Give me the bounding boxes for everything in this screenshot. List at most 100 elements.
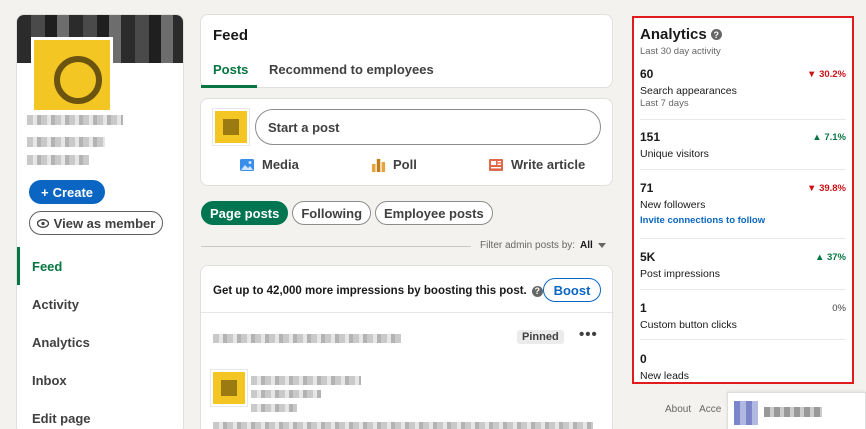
page-followers-redacted <box>27 155 89 165</box>
poll-icon <box>372 158 386 172</box>
post-meta-redacted <box>213 334 401 343</box>
help-icon[interactable]: ? <box>531 285 543 297</box>
filter-label: Filter admin posts by: <box>480 240 576 251</box>
admin-posts-filter[interactable]: Filter admin posts by: All <box>480 240 606 251</box>
boost-button[interactable]: Boost <box>543 278 601 302</box>
tab-recommend-to-employees[interactable]: Recommend to employees <box>269 62 434 77</box>
post-card: Get up to 42,000 more impressions by boo… <box>200 265 614 429</box>
metric-change-value: 7.1% <box>824 132 846 143</box>
metric-new-leads[interactable]: 0 New leads <box>640 352 846 382</box>
feed-header-card: Feed Posts Recommend to employees <box>200 14 613 88</box>
metric-value: 1 <box>640 301 647 315</box>
metric-label: Custom button clicks <box>640 319 737 331</box>
metric-divider <box>640 339 846 340</box>
footer-links: About Acce <box>665 404 721 415</box>
feed-title: Feed <box>213 27 249 44</box>
sidebar-item-label: Analytics <box>32 334 90 350</box>
metric-value: 0 <box>640 352 647 366</box>
sidebar-item-label: Inbox <box>32 372 67 388</box>
metric-change-value: 39.8% <box>819 183 846 194</box>
write-article-button[interactable]: Write article <box>488 157 585 172</box>
metric-change-value: 37% <box>826 252 846 263</box>
metric-change: ▼ 39.8% <box>807 183 846 194</box>
sidebar-item-label: Activity <box>32 296 79 312</box>
metric-change: 0% <box>832 303 846 314</box>
metric-custom-button-clicks[interactable]: 1 Custom button clicks 0% <box>640 301 846 331</box>
sidebar-item-feed[interactable]: Feed <box>17 247 183 285</box>
metric-sublabel: Last 7 days <box>640 98 689 109</box>
article-icon <box>489 158 503 171</box>
footer-link-about[interactable]: About <box>665 404 691 415</box>
metric-label: New leads <box>640 370 690 382</box>
company-logo[interactable] <box>31 37 113 113</box>
page-tagline-redacted <box>27 137 105 147</box>
active-tab-indicator <box>201 85 257 88</box>
post-author-avatar[interactable] <box>210 369 248 407</box>
post-followers-redacted <box>251 390 321 398</box>
post-divider <box>201 312 614 313</box>
sidebar-item-label: Edit page <box>32 410 91 426</box>
metric-change: ▲ 37% <box>814 252 846 263</box>
metric-search-appearances[interactable]: 60 Search appearances Last 7 days ▼ 30.2… <box>640 67 846 109</box>
image-icon <box>240 158 254 171</box>
chip-following[interactable]: Following <box>292 201 372 225</box>
analytics-panel: Analytics ? Last 30 day activity 60 Sear… <box>632 16 854 384</box>
messaging-avatar <box>734 401 758 425</box>
eye-icon <box>36 218 49 228</box>
view-as-member-button[interactable]: View as member <box>29 211 163 235</box>
more-options-icon[interactable]: ••• <box>579 326 598 343</box>
sidebar-item-activity[interactable]: Activity <box>17 285 183 323</box>
metric-post-impressions[interactable]: 5K Post impressions ▲ 37% <box>640 250 846 280</box>
sidebar-item-inbox[interactable]: Inbox <box>17 361 183 399</box>
create-button[interactable]: + Create <box>29 180 105 204</box>
metric-change-value: 0% <box>832 303 846 314</box>
media-button[interactable]: Media <box>239 157 299 172</box>
analytics-subtitle: Last 30 day activity <box>640 46 721 57</box>
start-post-input[interactable]: Start a post <box>255 109 601 145</box>
write-article-label: Write article <box>511 157 586 172</box>
messaging-name-redacted <box>764 407 822 417</box>
poll-button[interactable]: Poll <box>371 157 417 172</box>
plus-icon: + <box>40 184 49 200</box>
metric-new-followers[interactable]: 71 New followers Invite connections to f… <box>640 181 846 226</box>
invite-connections-link[interactable]: Invite connections to follow <box>640 215 846 226</box>
page-name-redacted <box>27 115 123 125</box>
chip-page-posts[interactable]: Page posts <box>201 201 289 225</box>
metric-change-value: 30.2% <box>819 69 846 80</box>
metric-label: New followers <box>640 199 706 211</box>
metric-unique-visitors[interactable]: 151 Unique visitors ▲ 7.1% <box>640 130 846 160</box>
metric-label: Search appearances <box>640 85 737 97</box>
analytics-title: Analytics ? <box>640 26 722 43</box>
filter-divider <box>201 246 471 247</box>
boost-banner: Get up to 42,000 more impressions by boo… <box>213 285 543 297</box>
poll-label: Poll <box>393 157 417 172</box>
metric-change: ▼ 30.2% <box>807 69 846 80</box>
analytics-title-text: Analytics <box>640 26 707 43</box>
post-author-redacted <box>251 376 361 385</box>
filter-value: All <box>580 240 593 251</box>
metric-divider <box>640 238 846 239</box>
sidebar-item-analytics[interactable]: Analytics <box>17 323 183 361</box>
messaging-bar[interactable] <box>727 392 866 429</box>
post-filter-chips: Page posts Following Employee posts <box>201 201 493 225</box>
view-as-member-label: View as member <box>53 215 156 231</box>
post-time-redacted <box>251 404 297 412</box>
metric-divider <box>640 119 846 120</box>
footer-link-accessibility[interactable]: Acce <box>699 404 721 415</box>
boost-message: Get up to 42,000 more impressions by boo… <box>213 285 527 297</box>
composer-avatar <box>212 108 250 146</box>
metric-label: Post impressions <box>640 268 720 280</box>
metric-divider <box>640 169 846 170</box>
metric-label: Unique visitors <box>640 148 709 160</box>
sidebar-item-edit-page[interactable]: Edit page <box>17 399 183 429</box>
post-body-redacted <box>213 422 593 429</box>
post-composer: Start a post Media Poll Write article <box>200 98 613 186</box>
page-sidebar: + Create View as member Feed Activity An… <box>16 14 184 429</box>
tab-posts[interactable]: Posts <box>213 62 248 77</box>
caret-down-icon <box>597 243 606 248</box>
sidebar-nav: Feed Activity Analytics Inbox Edit page <box>17 247 183 429</box>
chip-employee-posts[interactable]: Employee posts <box>375 201 493 225</box>
help-icon[interactable]: ? <box>710 29 722 40</box>
pinned-badge: Pinned <box>517 330 564 344</box>
sidebar-item-label: Feed <box>32 258 63 274</box>
